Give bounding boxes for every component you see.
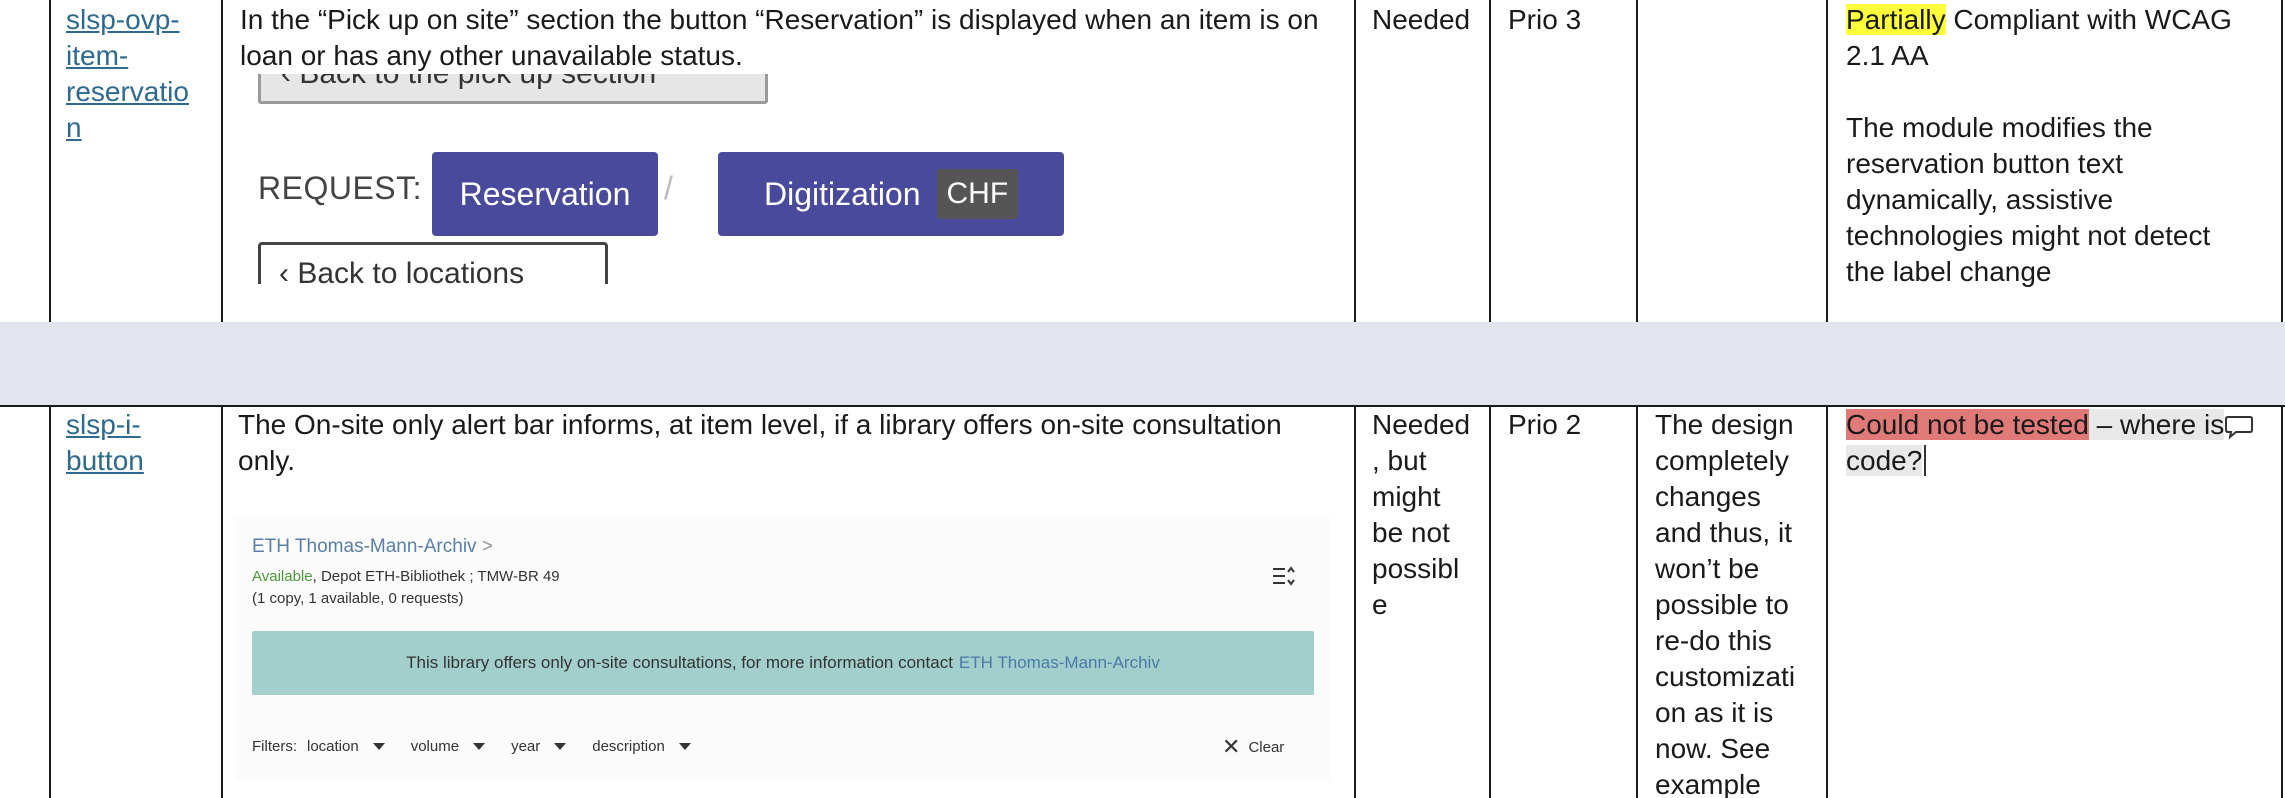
needed-cell: Needed xyxy=(1372,4,1471,35)
back-arrow-icon: ‹ xyxy=(279,257,298,284)
library-link: ETH Thomas-Mann-Archiv > xyxy=(252,536,493,557)
column-divider xyxy=(1354,405,1356,798)
needed-cell: Needed , but might be not possibl e xyxy=(1372,409,1471,620)
caret-down-icon xyxy=(678,743,691,750)
caret-down-icon xyxy=(473,743,486,750)
digitization-button: Digitization CHF xyxy=(718,152,1064,236)
filter-year: year xyxy=(511,738,580,755)
column-divider xyxy=(221,0,223,322)
close-icon: ✕ xyxy=(1222,734,1241,759)
column-divider xyxy=(221,405,223,798)
filter-description: description xyxy=(592,738,705,755)
column-divider xyxy=(1489,405,1491,798)
description-cell: The On-site only alert bar informs, at i… xyxy=(238,409,1282,476)
onsite-alert-screenshot: ETH Thomas-Mann-Archiv > Available, Depo… xyxy=(236,518,1330,780)
sort-icon xyxy=(1273,566,1295,586)
column-divider xyxy=(49,405,51,798)
compliance-status-highlight: Partially xyxy=(1846,4,1946,35)
back-arrow-icon: ‹ xyxy=(281,74,299,90)
priority-cell: Prio 3 xyxy=(1508,4,1582,35)
item-id-link[interactable]: slsp-i- button xyxy=(66,409,144,476)
description-line: In the “Pick up on site” section the but… xyxy=(240,4,1319,35)
onsite-alert-bar: This library offers only on-site consult… xyxy=(252,631,1314,695)
clear-filters: ✕ Clear xyxy=(1222,734,1285,759)
column-divider xyxy=(1489,0,1491,322)
column-divider xyxy=(49,0,51,322)
row-separator xyxy=(0,322,2285,405)
item-id-cell: slsp-i- button xyxy=(66,407,216,479)
column-divider xyxy=(1826,405,1828,798)
caret-down-icon xyxy=(372,743,385,750)
item-id-cell: slsp-ovp- item- reservatio n xyxy=(66,2,216,146)
item-id-link[interactable]: slsp-ovp- item- reservatio n xyxy=(66,4,189,143)
description-cell: In the “Pick up on site” section the but… xyxy=(240,2,1350,74)
chevron-right-icon: > xyxy=(481,536,493,557)
column-divider xyxy=(1354,0,1356,322)
table-row: slsp-ovp- item- reservatio n In the “Pic… xyxy=(0,0,2285,322)
back-to-locations-button: ‹ Back to locations xyxy=(258,242,608,284)
column-divider xyxy=(1826,0,1828,322)
compliance-cell: Could not be tested – where is code? xyxy=(1846,407,2276,479)
comment-icon[interactable] xyxy=(2224,414,2254,440)
reservation-button: Reservation xyxy=(432,152,658,236)
request-label: REQUEST: xyxy=(258,170,423,206)
caret-down-icon xyxy=(554,743,567,750)
priority-cell: Prio 2 xyxy=(1508,409,1582,440)
reservation-screenshot: ‹ Back to the pick up section REQUEST: R… xyxy=(240,74,1080,284)
filter-volume: volume xyxy=(411,738,499,755)
column-divider xyxy=(2281,405,2283,798)
description-line: loan or has any other unavailable status… xyxy=(240,40,743,71)
copies-line: (1 copy, 1 available, 0 requests) xyxy=(252,590,464,607)
compliance-cell: Partially Compliant with WCAG 2.1 AA The… xyxy=(1846,4,2232,287)
separator: / xyxy=(664,170,673,206)
filter-location: location xyxy=(307,738,399,755)
filters-bar: Filters: location volume year descriptio… xyxy=(252,738,717,755)
column-divider xyxy=(1636,405,1638,798)
availability-line: Available, Depot ETH-Bibliothek ; TMW-BR… xyxy=(252,568,560,585)
back-to-pickup-button: ‹ Back to the pick up section xyxy=(258,74,768,104)
chf-badge: CHF xyxy=(936,169,1019,219)
column-divider xyxy=(1636,0,1638,322)
column-divider xyxy=(2281,0,2283,322)
compliance-status-highlight: Could not be tested xyxy=(1846,409,2089,440)
notes-cell: The design completely changes and thus, … xyxy=(1655,409,1796,798)
